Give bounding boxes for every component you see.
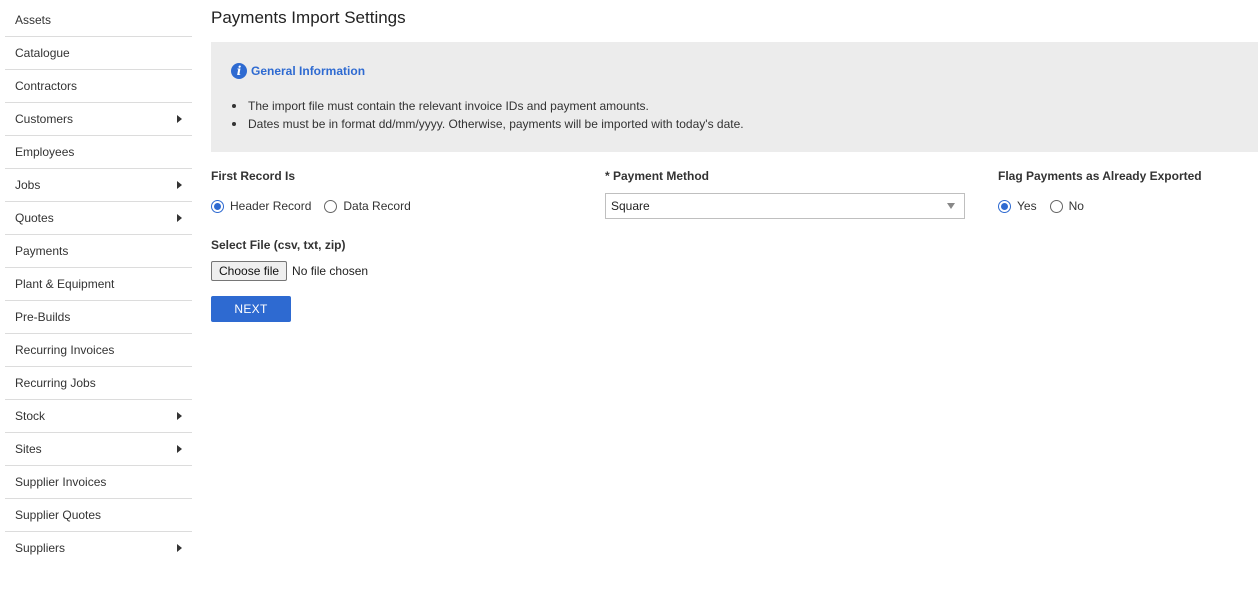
payment-method-select[interactable]: Square <box>605 193 965 219</box>
sidebar-item-label: Recurring Jobs <box>15 376 96 390</box>
sidebar-item-label: Supplier Invoices <box>15 475 107 489</box>
sidebar-item-label: Sites <box>15 442 42 456</box>
sidebar-item-label: Employees <box>15 145 75 159</box>
sidebar-item-sites[interactable]: Sites <box>5 433 192 466</box>
info-header: i General Information <box>231 63 365 79</box>
chevron-right-icon <box>177 412 182 420</box>
sidebar-item-recurring-jobs[interactable]: Recurring Jobs <box>5 367 192 400</box>
first-record-label: First Record Is <box>211 169 296 183</box>
file-status: No file chosen <box>292 264 369 278</box>
sidebar-item-label: Plant & Equipment <box>15 277 115 291</box>
list-item: Dates must be in format dd/mm/yyyy. Othe… <box>230 115 744 133</box>
sidebar-item-label: Customers <box>15 112 74 126</box>
sidebar-item-label: Catalogue <box>15 46 70 60</box>
general-information-panel: i General Information The import file mu… <box>211 42 1258 152</box>
sidebar-item-pre-builds[interactable]: Pre-Builds <box>5 301 192 334</box>
data-record-label[interactable]: Data Record <box>343 199 410 213</box>
info-icon: i <box>231 63 247 79</box>
first-record-radio-group: Header Record Data Record <box>211 199 424 213</box>
choose-file-button[interactable]: Choose file <box>211 261 288 281</box>
list-item: The import file must contain the relevan… <box>230 97 744 115</box>
flag-yes-radio[interactable] <box>998 199 1011 213</box>
sidebar-item-supplier-quotes[interactable]: Supplier Quotes <box>5 499 192 532</box>
header-record-radio[interactable] <box>211 199 224 213</box>
sidebar-item-quotes[interactable]: Quotes <box>5 202 192 235</box>
sidebar-item-contractors[interactable]: Contractors <box>5 70 192 103</box>
file-input: Choose file No file chosen <box>211 261 368 281</box>
info-bullet-list: The import file must contain the relevan… <box>230 97 744 133</box>
sidebar-item-catalogue[interactable]: Catalogue <box>5 37 192 70</box>
caret-down-icon <box>947 203 955 209</box>
sidebar-item-label: Jobs <box>15 178 41 192</box>
flag-no-radio[interactable] <box>1049 199 1063 213</box>
sidebar-item-label: Payments <box>15 244 69 258</box>
flag-yes-label[interactable]: Yes <box>1017 199 1037 213</box>
data-record-radio[interactable] <box>324 199 338 213</box>
sidebar-item-plant-equipment[interactable]: Plant & Equipment <box>5 268 192 301</box>
info-title: General Information <box>251 64 366 78</box>
flag-exported-label: Flag Payments as Already Exported <box>998 169 1202 183</box>
sidebar-item-label: Suppliers <box>15 541 66 555</box>
header-record-label[interactable]: Header Record <box>230 199 311 213</box>
sidebar-item-suppliers[interactable]: Suppliers <box>5 532 192 564</box>
sidebar-item-label: Recurring Invoices <box>15 343 115 357</box>
next-button[interactable]: NEXT <box>211 296 291 322</box>
chevron-right-icon <box>177 214 182 222</box>
sidebar-item-label: Stock <box>15 409 46 423</box>
sidebar-item-employees[interactable]: Employees <box>5 136 192 169</box>
flag-exported-radio-group: Yes No <box>998 199 1097 213</box>
chevron-right-icon <box>177 445 182 453</box>
chevron-right-icon <box>177 115 182 123</box>
sidebar-item-label: Supplier Quotes <box>15 508 102 522</box>
sidebar-item-assets[interactable]: Assets <box>5 4 192 37</box>
flag-no-label[interactable]: No <box>1069 199 1084 213</box>
sidebar-item-supplier-invoices[interactable]: Supplier Invoices <box>5 466 192 499</box>
select-file-label: Select File (csv, txt, zip) <box>211 238 346 252</box>
sidebar-item-stock[interactable]: Stock <box>5 400 192 433</box>
sidebar-item-label: Quotes <box>15 211 54 225</box>
chevron-right-icon <box>177 544 182 552</box>
sidebar-item-jobs[interactable]: Jobs <box>5 169 192 202</box>
sidebar: Assets Catalogue Contractors Customers E… <box>5 4 192 564</box>
page-title: Payments Import Settings <box>211 8 406 27</box>
sidebar-item-label: Pre-Builds <box>15 310 71 324</box>
sidebar-item-payments[interactable]: Payments <box>5 235 192 268</box>
payment-method-label: * Payment Method <box>605 169 710 183</box>
chevron-right-icon <box>177 181 182 189</box>
sidebar-item-customers[interactable]: Customers <box>5 103 192 136</box>
sidebar-item-label: Contractors <box>15 79 78 93</box>
sidebar-item-recurring-invoices[interactable]: Recurring Invoices <box>5 334 192 367</box>
payment-method-value: Square <box>611 199 650 213</box>
sidebar-item-label: Assets <box>15 13 52 27</box>
